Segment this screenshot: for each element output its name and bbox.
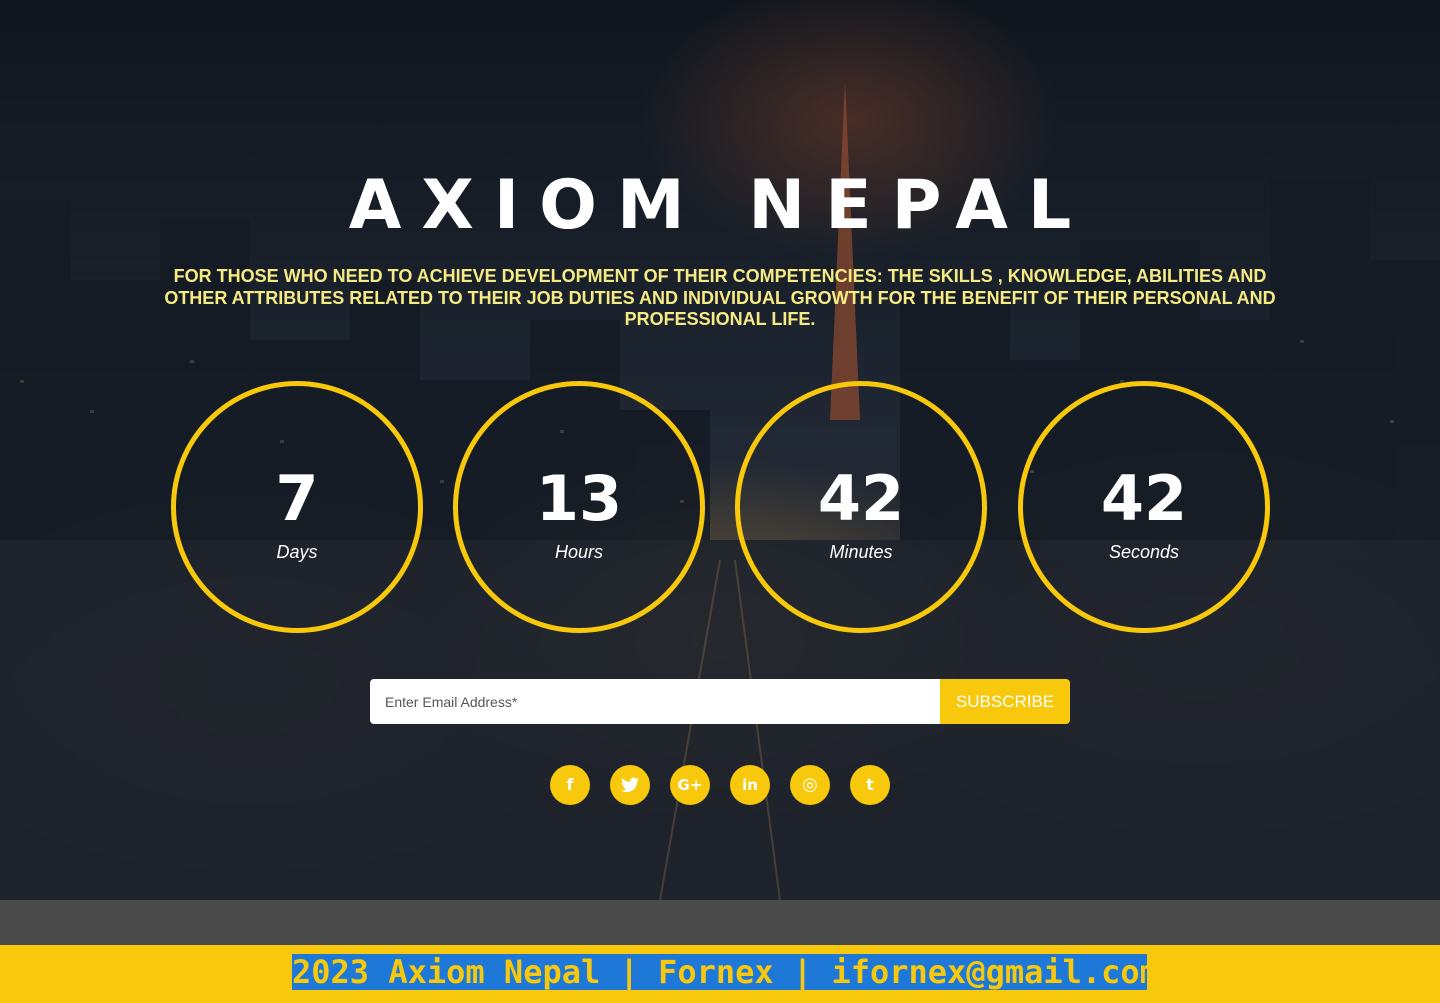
countdown-value: 7 — [275, 462, 319, 535]
instagram-icon[interactable]: ◎ — [790, 765, 830, 805]
countdown-unit: Days — [276, 542, 318, 562]
email-field[interactable] — [370, 679, 940, 724]
social-links: f G+ in ◎ t — [550, 765, 890, 805]
tumblr-icon[interactable]: t — [850, 765, 890, 805]
footer-copyright: 2023 Axiom Nepal | Fornex | ifornex@gmai… — [292, 954, 1147, 990]
countdown-value: 13 — [535, 462, 623, 535]
countdown-seconds: 42 Seconds — [1018, 381, 1270, 633]
twitter-icon[interactable] — [610, 765, 650, 805]
countdown-value: 42 — [1100, 462, 1188, 535]
countdown-unit: Minutes — [829, 542, 893, 562]
countdown-unit: Hours — [554, 542, 603, 562]
tagline: FOR THOSE WHO NEED TO ACHIEVE DEVELOPMEN… — [164, 266, 1276, 329]
page-title: AXIOM NEPAL — [348, 166, 1092, 245]
hero-section: AXIOM NEPAL FOR THOSE WHO NEED TO ACHIEV… — [0, 0, 1440, 900]
subscribe-button[interactable]: SUBSCRIBE — [940, 679, 1070, 724]
facebook-icon[interactable]: f — [550, 765, 590, 805]
linkedin-icon[interactable]: in — [730, 765, 770, 805]
countdown-minutes: 42 Minutes — [735, 381, 987, 633]
countdown-hours: 13 Hours — [453, 381, 705, 633]
countdown-unit: Seconds — [1108, 542, 1180, 562]
countdown-value: 42 — [817, 462, 905, 535]
footer: 2023 Axiom Nepal | Fornex | ifornex@gmai… — [0, 945, 1440, 1003]
subscribe-form: SUBSCRIBE — [370, 679, 1070, 724]
twitter-bird-glyph — [621, 777, 639, 793]
countdown-days: 7 Days — [171, 381, 423, 633]
google-plus-icon[interactable]: G+ — [670, 765, 710, 805]
